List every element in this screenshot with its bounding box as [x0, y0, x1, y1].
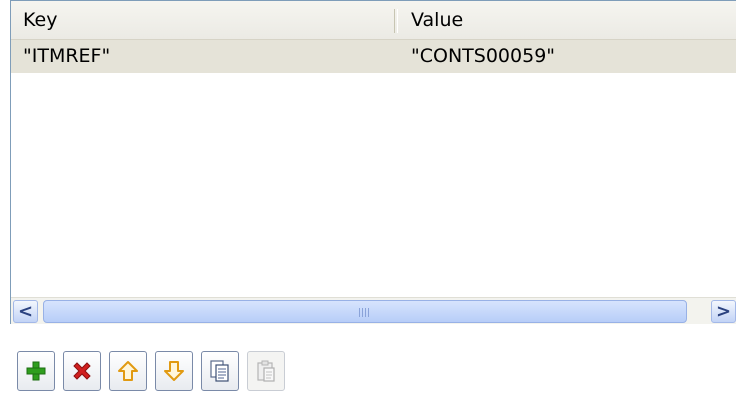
key-value-table: Key Value "ITMREF" "CONTS00059" < >: [10, 0, 736, 324]
chevron-right-icon: >: [715, 301, 732, 322]
column-header-key[interactable]: Key: [11, 1, 394, 39]
table-row[interactable]: "ITMREF" "CONTS00059": [11, 40, 736, 73]
table-header: Key Value: [11, 1, 736, 40]
delete-x-icon: [73, 362, 91, 380]
scroll-thumb[interactable]: [43, 300, 687, 323]
add-row-button[interactable]: [17, 351, 55, 391]
paste-button[interactable]: [247, 351, 285, 391]
row-value-cell[interactable]: "CONTS00059": [399, 40, 736, 73]
scroll-right-button[interactable]: >: [711, 300, 736, 323]
row-key-cell[interactable]: "ITMREF": [11, 40, 396, 73]
horizontal-scrollbar[interactable]: < >: [11, 297, 736, 324]
column-divider[interactable]: [394, 9, 398, 33]
chevron-left-icon: <: [17, 301, 34, 322]
copy-button[interactable]: [201, 351, 239, 391]
column-header-value[interactable]: Value: [399, 1, 736, 39]
scroll-left-button[interactable]: <: [13, 300, 38, 323]
move-down-button[interactable]: [155, 351, 193, 391]
table-toolbar: [17, 351, 397, 393]
paste-icon: [257, 360, 275, 382]
move-up-button[interactable]: [109, 351, 147, 391]
copy-icon: [210, 360, 229, 382]
arrow-up-icon: [118, 361, 138, 381]
delete-row-button[interactable]: [63, 351, 101, 391]
grip-icon: [359, 308, 371, 317]
arrow-down-icon: [164, 361, 184, 381]
plus-icon: [26, 361, 46, 381]
